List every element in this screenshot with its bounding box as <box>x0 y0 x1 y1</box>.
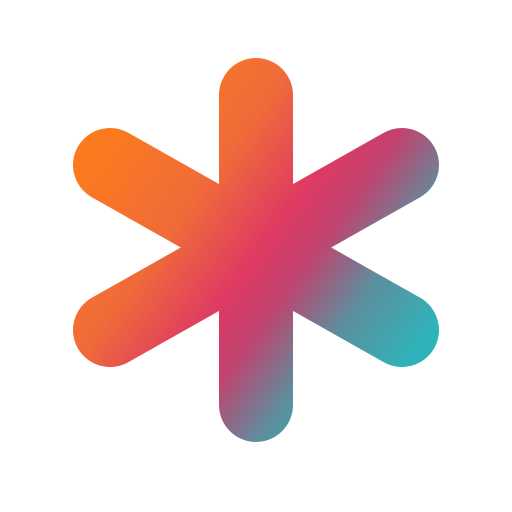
asterisk-logo-icon <box>73 58 439 442</box>
asterisk-arms <box>73 58 439 442</box>
app-icon-canvas <box>0 0 512 512</box>
